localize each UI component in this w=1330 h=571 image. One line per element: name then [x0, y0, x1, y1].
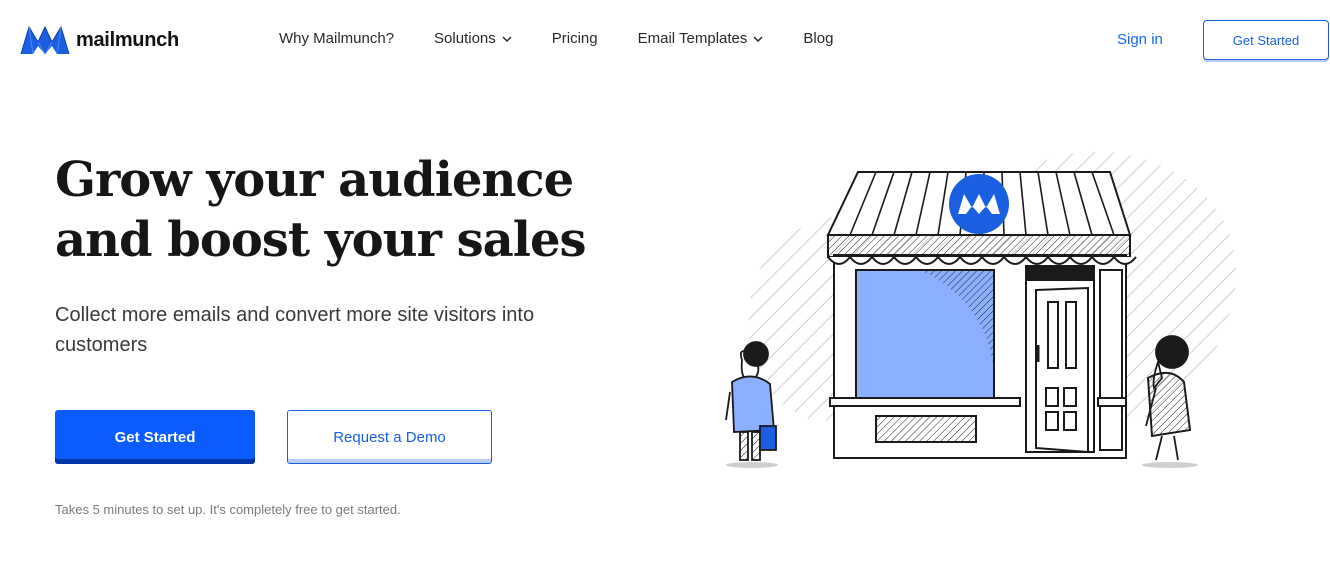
mailmunch-logo-icon: [20, 25, 70, 55]
hero-title: Grow your audience and boost your sales: [55, 150, 615, 270]
nav-label: Pricing: [551, 30, 598, 47]
logo-text: mailmunch: [76, 28, 179, 51]
get-started-button[interactable]: Get Started: [55, 410, 255, 464]
sign-in-link[interactable]: Sign in: [1117, 31, 1163, 48]
shop-sign: [949, 174, 1009, 234]
nav-label: Email Templates: [637, 30, 748, 47]
nav-why-mailmunch[interactable]: Why Mailmunch?: [279, 30, 394, 47]
setup-note: Takes 5 minutes to set up. It's complete…: [55, 502, 401, 517]
nav-label: Why Mailmunch?: [279, 30, 395, 47]
logo[interactable]: mailmunch: [20, 24, 179, 56]
hero-title-line1: Grow your audience: [55, 152, 574, 208]
nav-solutions[interactable]: Solutions: [434, 30, 512, 47]
hero-title-line2: and boost your sales: [55, 212, 586, 268]
nav-blog[interactable]: Blog: [803, 30, 833, 47]
nav-email-templates[interactable]: Email Templates: [638, 30, 764, 47]
storefront-illustration: [725, 151, 1236, 468]
chevron-down-icon: [753, 35, 763, 42]
chevron-down-icon: [502, 35, 512, 42]
hero-subtitle: Collect more emails and convert more sit…: [55, 304, 535, 356]
nav-label: Solutions: [434, 30, 496, 47]
main-nav: Why Mailmunch? Solutions Pricing Email T…: [279, 30, 833, 47]
request-demo-button[interactable]: Request a Demo: [287, 410, 492, 464]
nav-label: Blog: [803, 30, 834, 47]
header-get-started-button[interactable]: Get Started: [1203, 20, 1329, 60]
nav-pricing[interactable]: Pricing: [552, 30, 598, 47]
site-header: mailmunch Why Mailmunch? Solutions Prici…: [0, 0, 1330, 80]
